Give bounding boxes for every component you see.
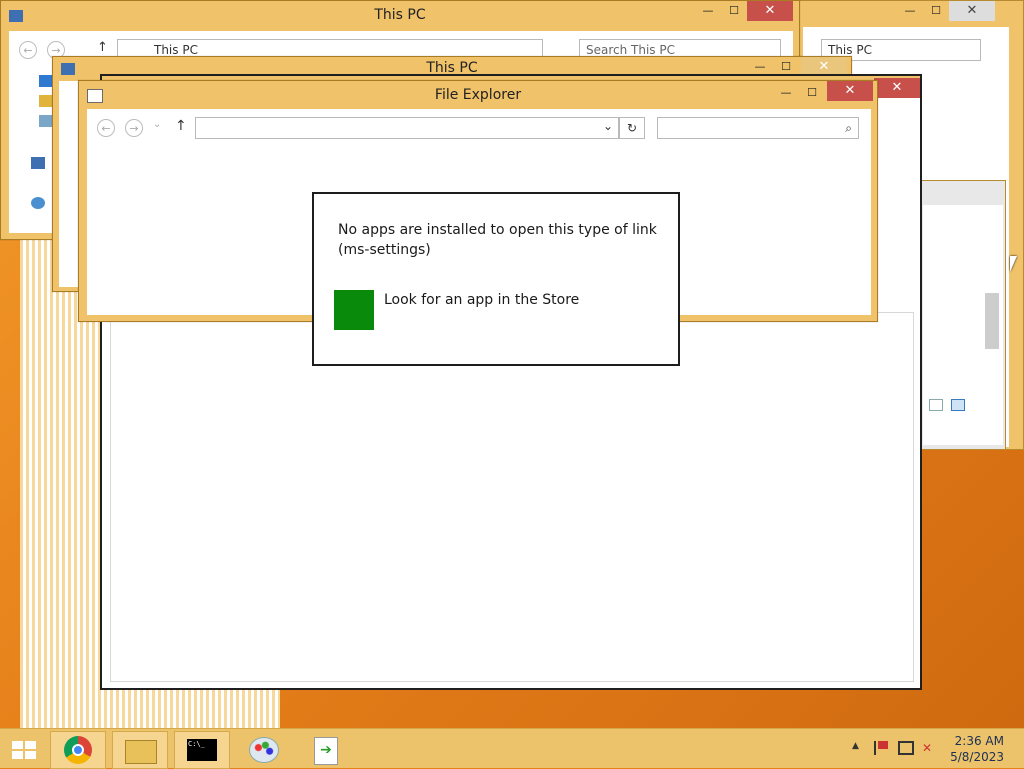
window-title: This PC <box>374 7 426 23</box>
search-box[interactable]: ⌕ <box>657 117 859 139</box>
this-pc-icon <box>9 10 23 22</box>
up-button[interactable]: ↑ <box>97 40 108 55</box>
this-pc-icon <box>61 63 75 75</box>
back-button[interactable]: ← <box>19 41 37 59</box>
show-hidden-icons-button[interactable]: ▲ <box>852 741 859 751</box>
desktop-folder-icon <box>39 75 53 87</box>
close-button[interactable]: ✕ <box>949 1 995 21</box>
look-for-app-in-store-link[interactable]: Look for an app in the Store <box>384 292 579 308</box>
blank-window-client <box>110 312 914 682</box>
taskbar-paint[interactable] <box>236 731 290 767</box>
back-button[interactable]: ← <box>97 119 115 137</box>
address-text: This PC <box>154 43 198 57</box>
up-button[interactable]: ↑ <box>175 118 187 134</box>
taskbar-file-explorer[interactable] <box>112 731 168 769</box>
no-app-dialog: No apps are installed to open this type … <box>312 192 680 366</box>
documents-folder-icon <box>39 95 53 107</box>
ghost-window-right-2[interactable] <box>918 180 1006 450</box>
file-explorer-icon <box>87 89 103 103</box>
minimize-button[interactable]: — <box>695 1 721 21</box>
network-status-icon[interactable] <box>898 741 914 755</box>
command-prompt-icon: C:\_ <box>187 739 217 761</box>
maximize-button[interactable]: ☐ <box>721 1 747 21</box>
refresh-button[interactable]: ↻ <box>619 117 645 139</box>
start-icon <box>12 741 36 759</box>
taskbar-chrome[interactable] <box>50 731 106 769</box>
clock-time: 2:36 AM <box>954 734 1004 748</box>
forward-button[interactable]: → <box>125 119 143 137</box>
maximize-button[interactable]: ☐ <box>923 1 949 21</box>
system-clock[interactable]: 2:36 AM 5/8/2023 <box>950 733 1004 765</box>
scrollbar[interactable] <box>985 293 999 349</box>
taskbar-command-prompt[interactable]: C:\_ <box>174 731 230 769</box>
address-dropdown-icon[interactable]: ⌄ <box>603 119 613 133</box>
dialog-message: No apps are installed to open this type … <box>338 222 657 258</box>
chrome-icon <box>64 736 92 764</box>
network-icon <box>39 115 53 127</box>
window-title: File Explorer <box>434 87 522 103</box>
action-center-flag-icon[interactable] <box>874 741 888 755</box>
clock-date: 5/8/2023 <box>950 750 1004 764</box>
setup-icon: ➔ <box>314 737 338 765</box>
minimize-button[interactable]: — <box>773 83 799 103</box>
taskbar: C:\_ ➔ ▲ ✕ 2:36 AM 5/8/2023 <box>0 728 1024 769</box>
minimize-button[interactable]: — <box>897 1 923 21</box>
mouse-cursor-icon <box>1010 256 1017 272</box>
search-placeholder: This PC <box>828 43 872 57</box>
close-button[interactable]: ✕ <box>874 78 920 98</box>
start-button[interactable] <box>0 731 46 767</box>
network-nav-icon[interactable] <box>31 197 45 209</box>
close-button[interactable]: ✕ <box>827 81 873 101</box>
file-explorer-icon <box>125 740 157 764</box>
search-icon: ⌕ <box>845 121 852 135</box>
paint-icon <box>249 737 279 763</box>
store-tile-icon[interactable] <box>334 290 374 330</box>
close-button[interactable]: ✕ <box>747 1 793 21</box>
refresh-icon: ↻ <box>626 121 638 135</box>
taskbar-setup[interactable]: ➔ <box>298 731 352 767</box>
search-placeholder: Search This PC <box>586 43 675 57</box>
details-view-icon[interactable] <box>929 399 943 411</box>
volume-muted-icon[interactable]: ✕ <box>922 741 938 755</box>
large-icons-view-icon[interactable] <box>951 399 965 411</box>
maximize-button[interactable]: ☐ <box>799 83 825 103</box>
address-bar[interactable] <box>195 117 619 139</box>
recent-locations-dropdown[interactable]: ⌄ <box>153 119 161 130</box>
this-pc-nav-icon[interactable] <box>31 157 45 169</box>
